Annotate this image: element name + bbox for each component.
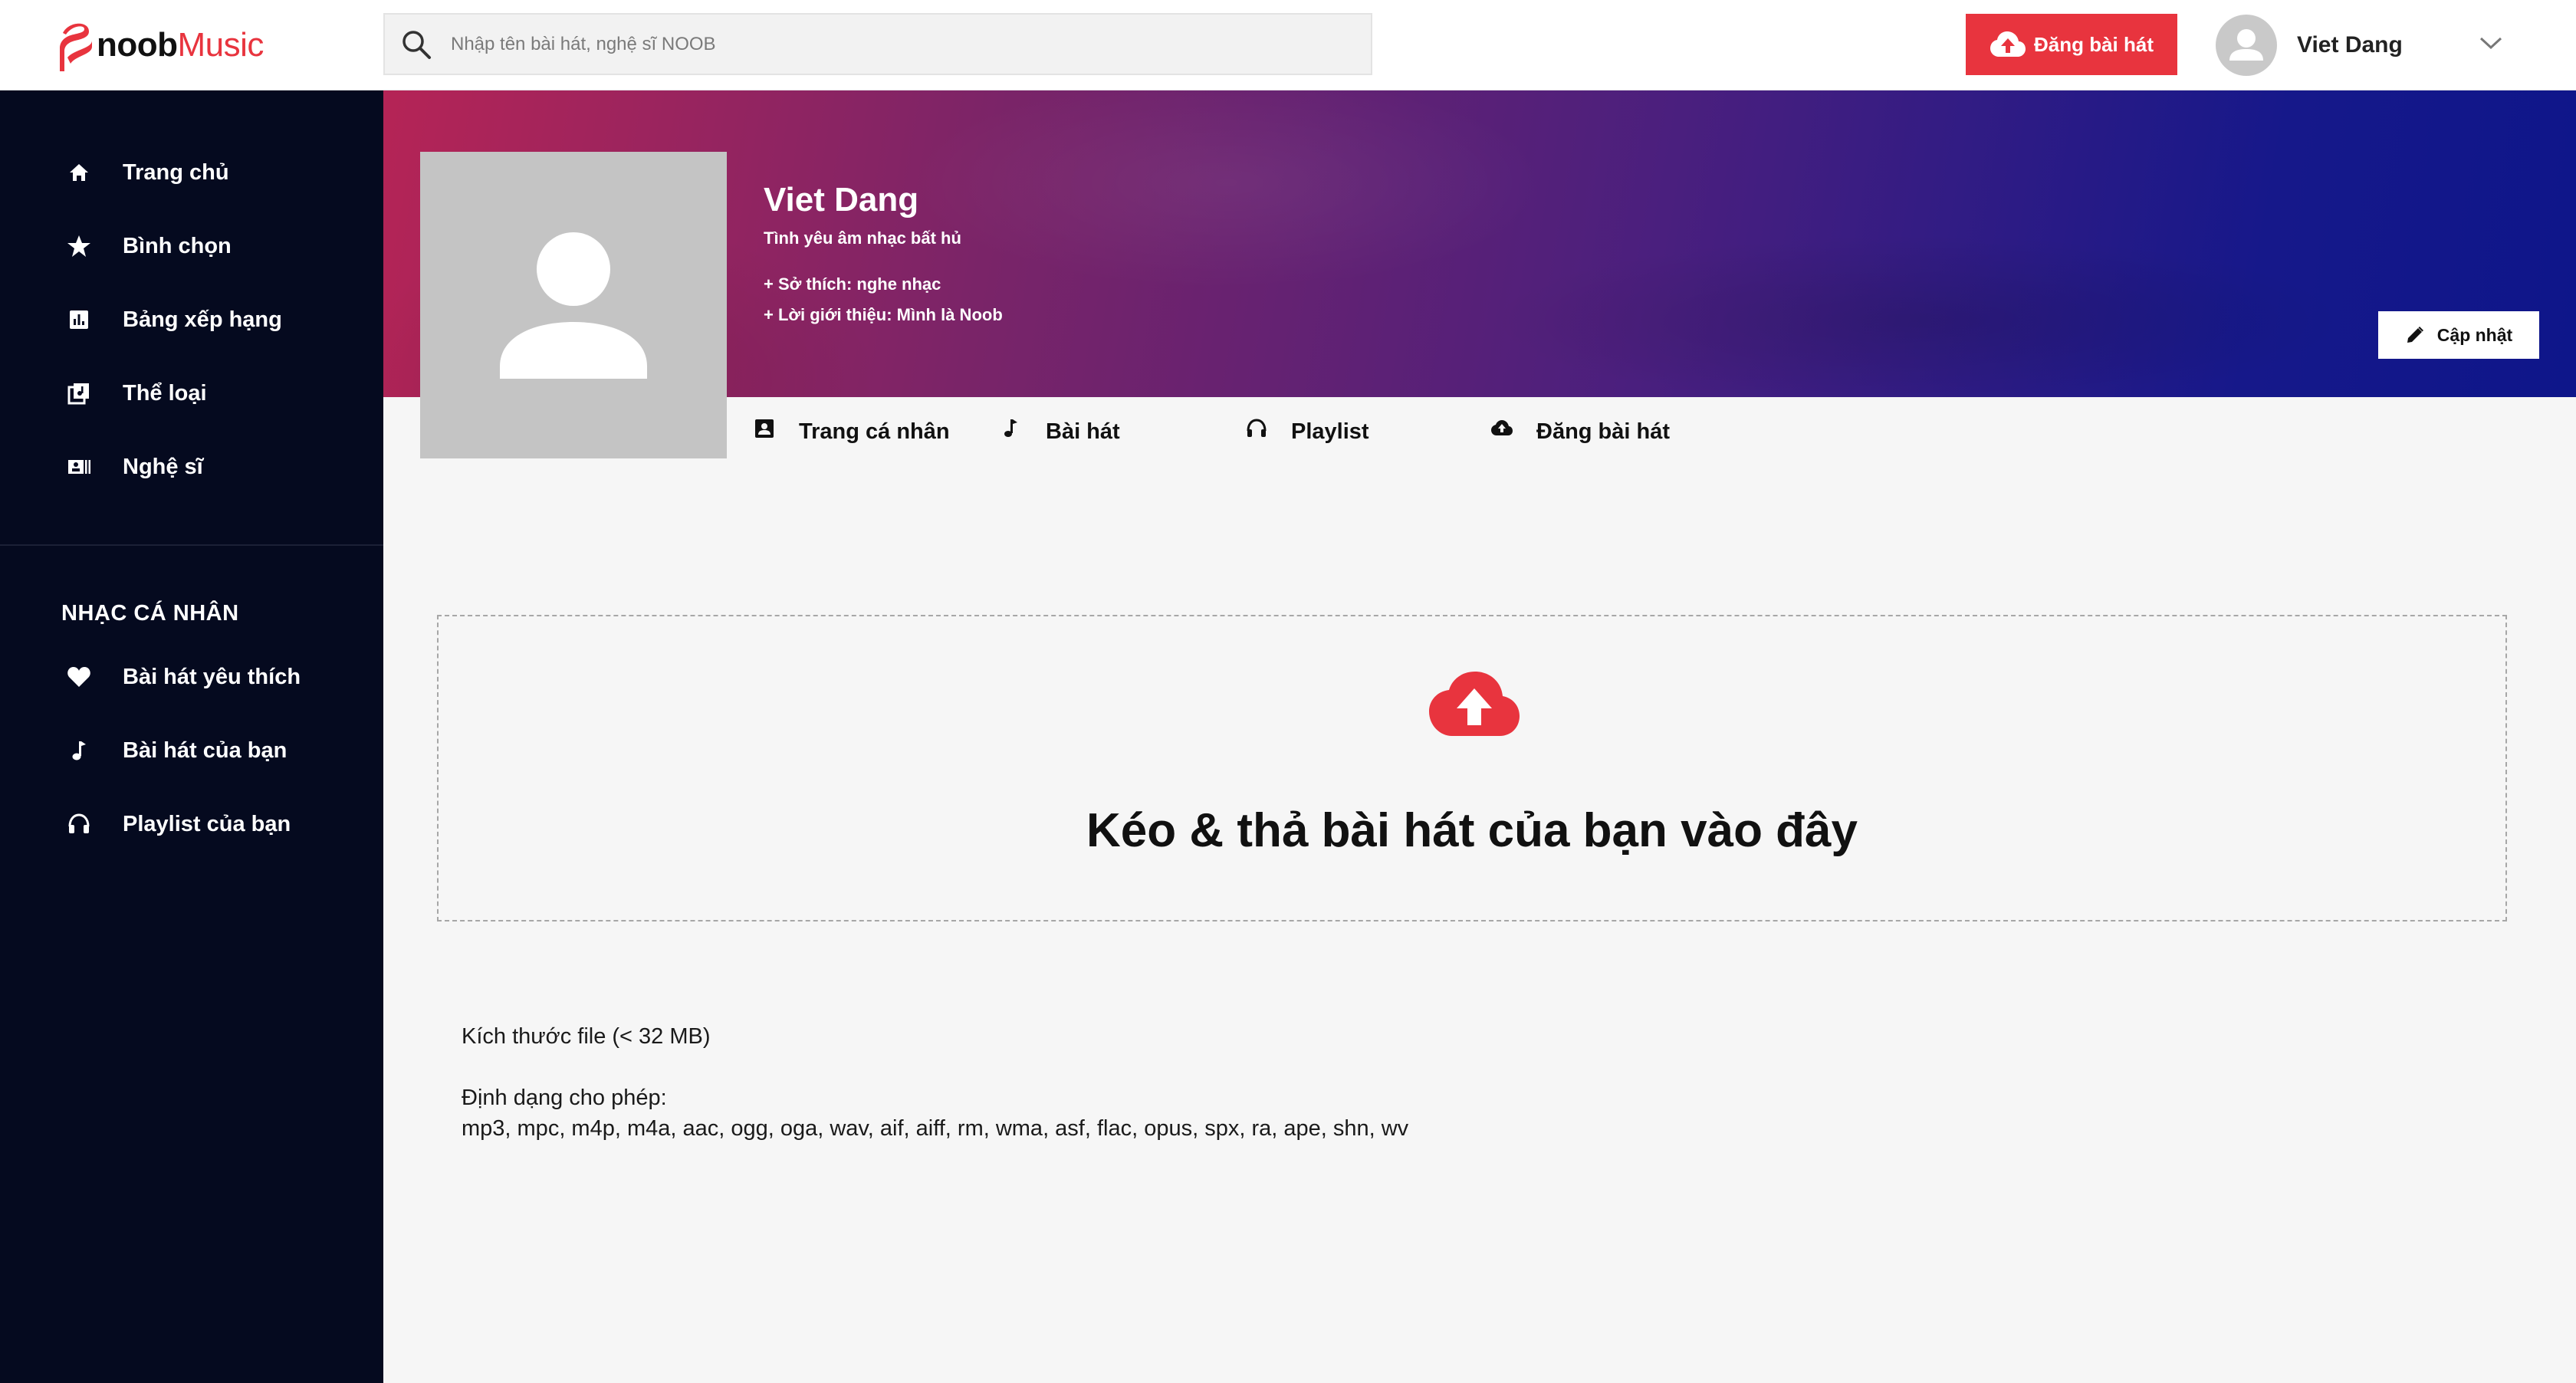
- profile-avatar[interactable]: [420, 152, 727, 458]
- logo-text-noob: noob: [97, 26, 178, 64]
- update-profile-button[interactable]: Cập nhật: [2378, 311, 2539, 359]
- sidebar-item-home[interactable]: Trang chủ: [0, 146, 383, 199]
- upload-song-label: Đăng bài hát: [2033, 32, 2154, 56]
- user-icon: [2229, 29, 2263, 61]
- avatar[interactable]: [2216, 15, 2277, 76]
- heart-icon: [67, 667, 90, 687]
- sidebar-item-label: Trang chủ: [123, 159, 229, 185]
- sidebar-item-label: Thể loại: [123, 380, 207, 406]
- dropzone-text: Kéo & thả bài hát của bạn vào đây: [1086, 804, 1858, 857]
- search-input[interactable]: [451, 33, 1294, 55]
- profile-hobby: + Sở thích: nghe nhạc: [764, 274, 941, 294]
- artist-icon: [68, 460, 90, 474]
- tab-label: Đăng bài hát: [1536, 419, 1671, 444]
- profile-card-icon: [755, 419, 774, 438]
- tab-label: Playlist: [1291, 419, 1369, 444]
- profile-slogan: Tình yêu âm nhạc bất hủ: [764, 228, 961, 248]
- sidebar-item-your-songs[interactable]: Bài hát của bạn: [0, 724, 383, 777]
- song-dropzone[interactable]: Kéo & thả bài hát của bạn vào đây: [437, 615, 2507, 921]
- library-icon: [67, 383, 89, 405]
- sidebar-item-vote[interactable]: Bình chọn: [0, 219, 383, 273]
- tab-label: Bài hát: [1046, 419, 1120, 444]
- sidebar: Trang chủ Bình chọn Bảng xếp hạng Thể lo…: [0, 90, 383, 1383]
- sidebar-item-label: Playlist của bạn: [123, 811, 291, 836]
- sidebar-divider: [0, 544, 383, 546]
- sidebar-item-artist[interactable]: Nghệ sĩ: [0, 440, 383, 494]
- sidebar-item-favorite-songs[interactable]: Bài hát yêu thích: [0, 650, 383, 704]
- tab-playlist[interactable]: Playlist: [1245, 411, 1429, 454]
- music-note-icon: [72, 741, 86, 760]
- music-note-icon: [1004, 419, 1017, 437]
- star-icon: [67, 235, 90, 257]
- search-icon[interactable]: [399, 27, 434, 62]
- logo-mark-icon: [60, 23, 92, 71]
- logo[interactable]: noob Music: [58, 17, 264, 74]
- cloud-upload-icon: [1429, 672, 1520, 736]
- profile-name: Viet Dang: [764, 181, 919, 218]
- formats-label: Định dạng cho phép:: [462, 1086, 667, 1110]
- sidebar-item-label: Bảng xếp hạng: [123, 307, 282, 332]
- tab-label: Trang cá nhân: [799, 419, 950, 444]
- sidebar-section-title: NHẠC CÁ NHÂN: [61, 601, 239, 626]
- sidebar-item-genre[interactable]: Thể loại: [0, 366, 383, 420]
- upload-song-button[interactable]: Đăng bài hát: [1966, 14, 2177, 75]
- sidebar-item-label: Bài hát của bạn: [123, 737, 288, 763]
- cloud-upload-icon: [1491, 420, 1513, 435]
- home-icon: [70, 164, 88, 181]
- formats-list: mp3, mpc, m4p, m4a, aac, ogg, oga, wav, …: [462, 1116, 1409, 1141]
- tab-songs[interactable]: Bài hát: [1000, 411, 1184, 454]
- tab-upload-song[interactable]: Đăng bài hát: [1490, 411, 1720, 454]
- pencil-icon: [2407, 327, 2423, 343]
- user-icon: [500, 232, 647, 379]
- chevron-down-icon[interactable]: [2478, 34, 2504, 52]
- profile-intro: + Lời giới thiệu: Mình là Noob: [764, 305, 1003, 324]
- sidebar-item-label: Bài hát yêu thích: [123, 664, 301, 689]
- tab-profile[interactable]: Trang cá nhân: [753, 411, 975, 454]
- sidebar-item-chart[interactable]: Bảng xếp hạng: [0, 293, 383, 347]
- logo-text-music: Music: [177, 26, 264, 64]
- user-menu[interactable]: Viet Dang: [2216, 15, 2403, 76]
- user-name: Viet Dang: [2297, 32, 2403, 57]
- sidebar-item-your-playlists[interactable]: Playlist của bạn: [0, 797, 383, 851]
- sidebar-item-label: Nghệ sĩ: [123, 454, 203, 479]
- sidebar-item-label: Bình chọn: [123, 233, 232, 258]
- chart-icon: [70, 310, 88, 329]
- headphones-icon: [68, 813, 90, 833]
- cloud-upload-icon: [1990, 31, 2026, 57]
- top-header: noobMusic Đăng bài hát Viet Dang: [0, 0, 2576, 90]
- search-bar: [383, 13, 1372, 75]
- update-profile-label: Cập nhật: [2436, 324, 2513, 345]
- file-size-info: Kích thước file (< 32 MB): [462, 1024, 711, 1049]
- headphones-icon: [1247, 419, 1267, 437]
